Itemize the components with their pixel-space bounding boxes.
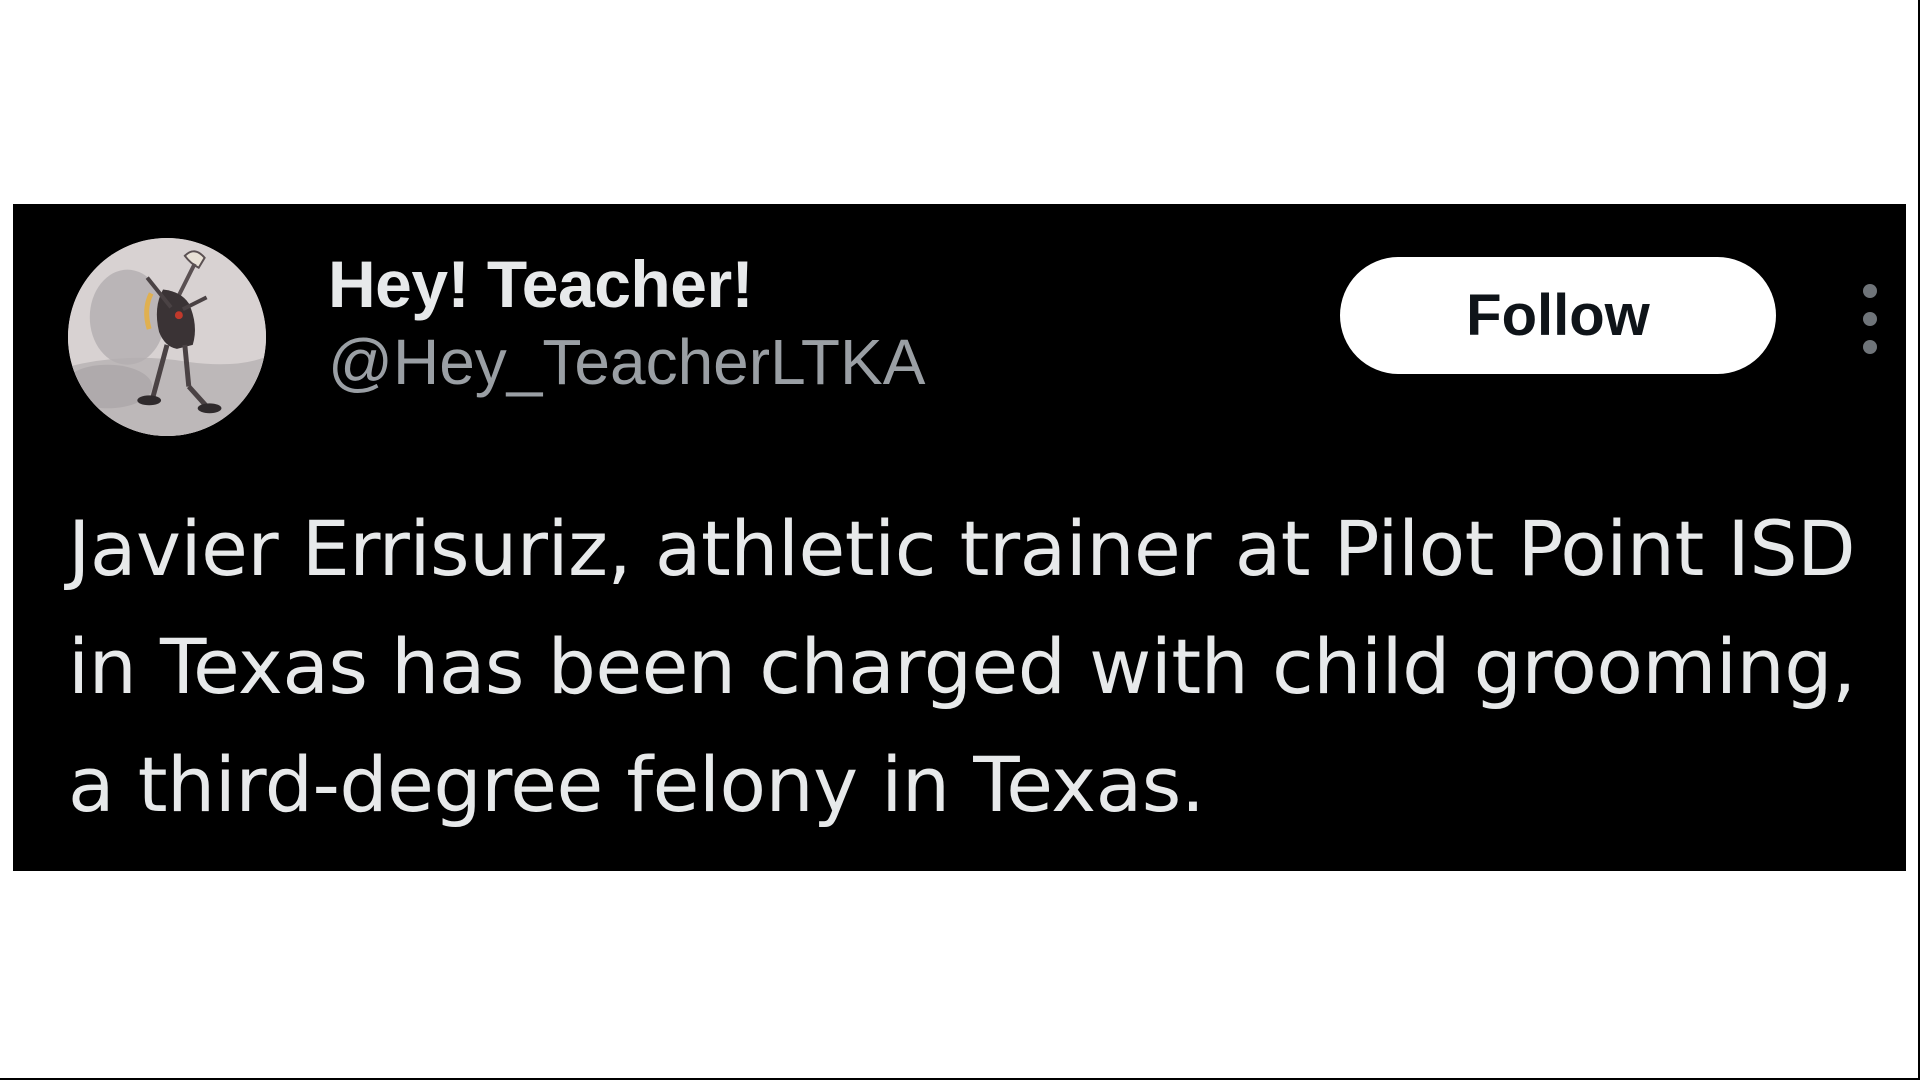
dot <box>1863 312 1877 326</box>
dot <box>1863 284 1877 298</box>
dot <box>1863 340 1877 354</box>
author-display-name[interactable]: Hey! Teacher! <box>328 246 925 322</box>
tweet-text: Javier Errisuriz, athletic trainer at Pi… <box>68 504 1856 829</box>
cartoon-character-avatar-icon <box>68 238 266 436</box>
author-identity: Hey! Teacher! @Hey_TeacherLTKA <box>328 246 925 400</box>
follow-button[interactable]: Follow <box>1340 257 1776 374</box>
more-options-icon[interactable] <box>1848 284 1892 354</box>
page: Hey! Teacher! @Hey_TeacherLTKA Follow Ja… <box>0 0 1920 1080</box>
tweet-card: Hey! Teacher! @Hey_TeacherLTKA Follow Ja… <box>13 204 1906 871</box>
avatar[interactable] <box>68 238 266 436</box>
author-handle[interactable]: @Hey_TeacherLTKA <box>328 324 925 400</box>
